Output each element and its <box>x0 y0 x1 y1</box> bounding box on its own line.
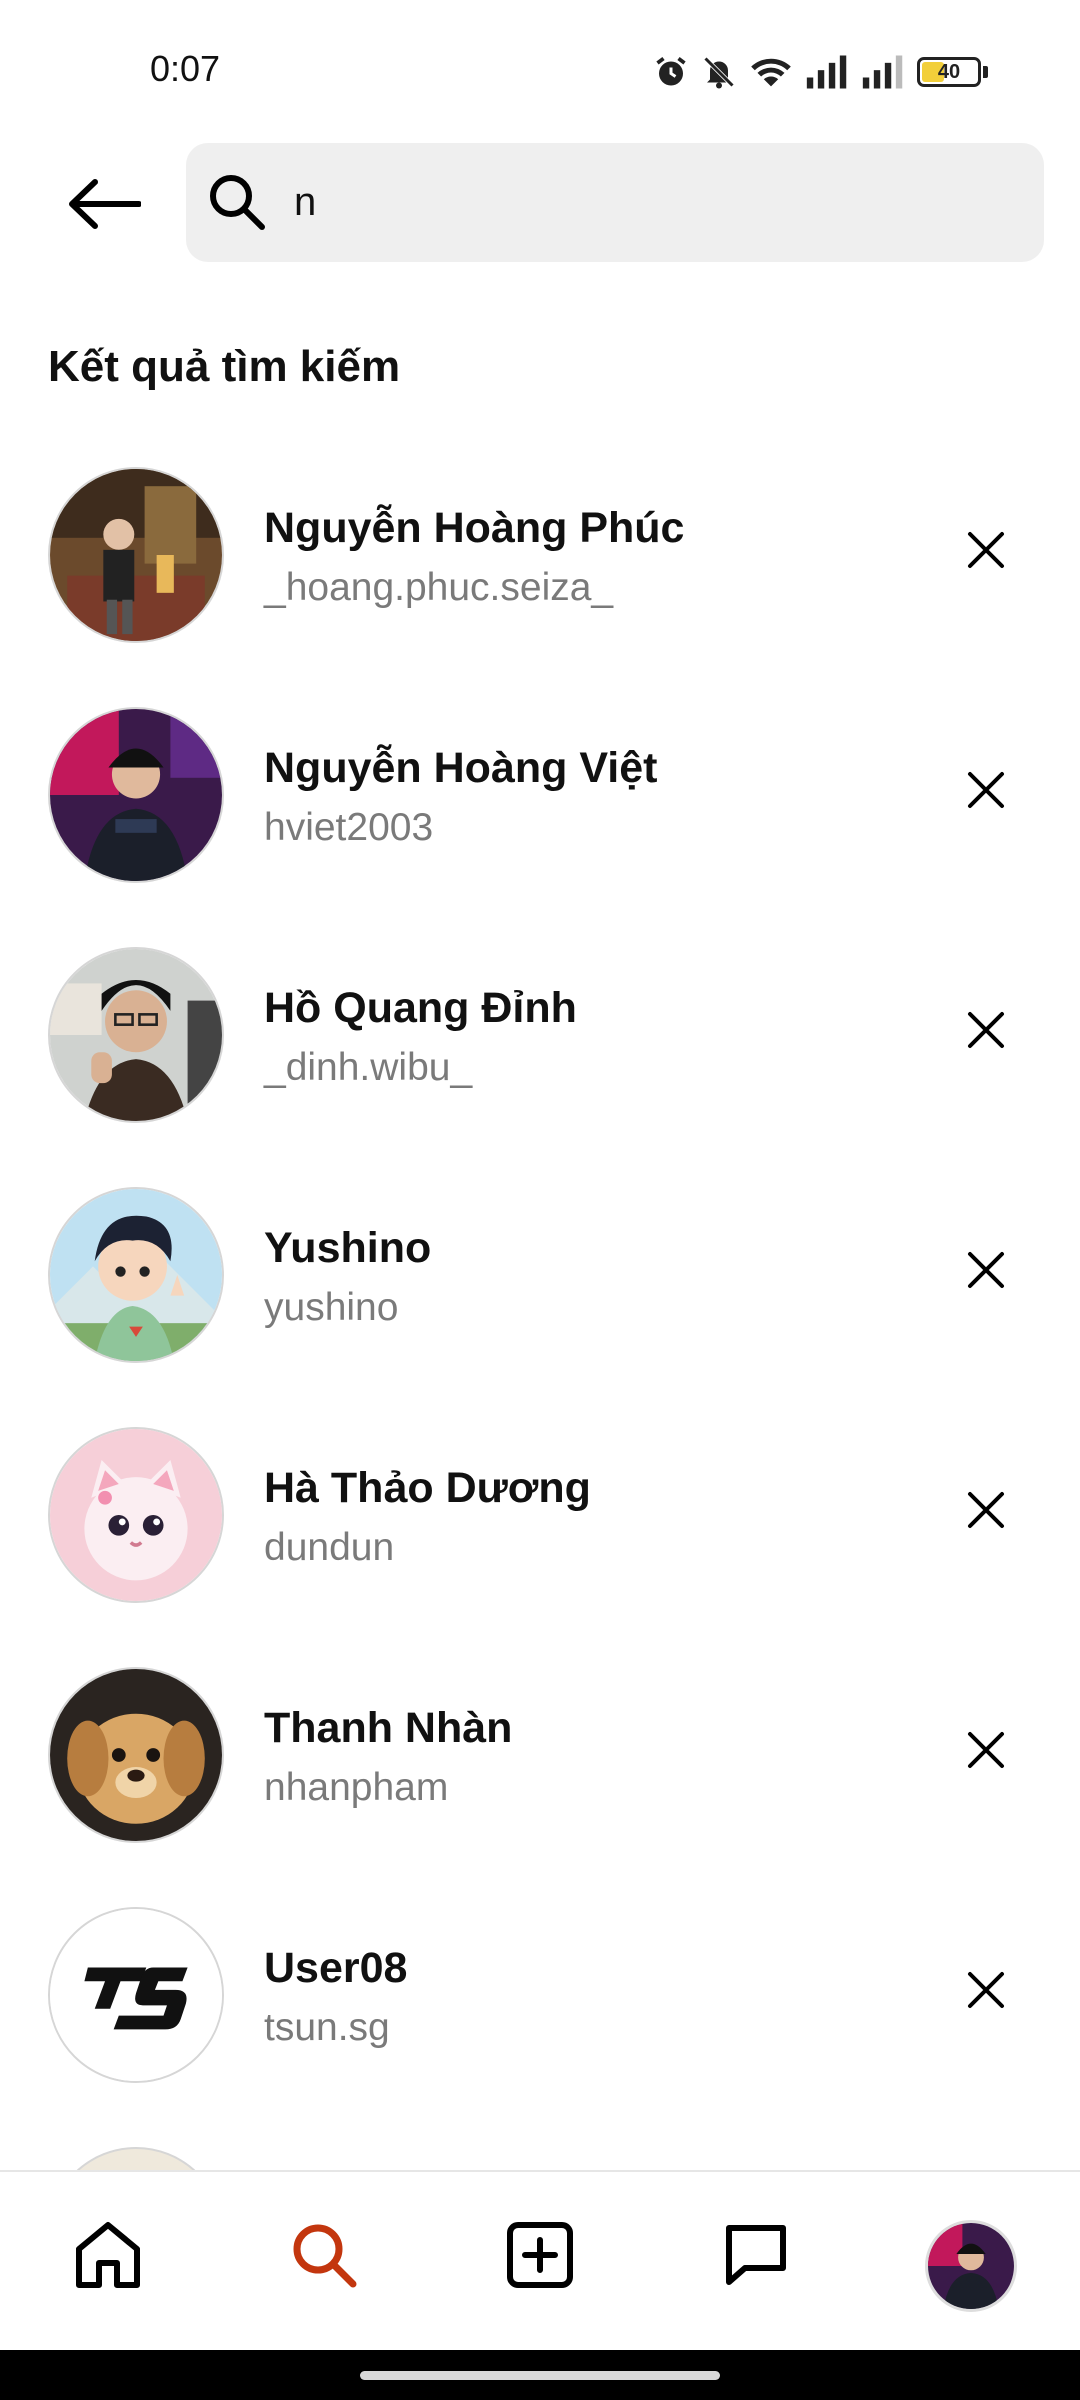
puppy-icon <box>48 1667 224 1843</box>
home-indicator[interactable] <box>360 2371 720 2380</box>
result-item[interactable]: Hà Thảo Dương dundun <box>0 1420 1080 1660</box>
alarm-icon <box>656 57 686 86</box>
brand-logo-icon <box>48 1907 224 2083</box>
battery-text: 40 <box>937 60 961 83</box>
mute-bell-icon <box>703 56 735 89</box>
remove-result-button[interactable] <box>956 1480 1016 1540</box>
photo-person-icon <box>48 947 224 1123</box>
photo-person-icon <box>48 467 224 643</box>
photo-person-icon <box>48 707 224 883</box>
result-item[interactable]: Yushino yushino <box>0 1180 1080 1420</box>
result-name: Nguyễn Hoàng Việt <box>264 744 658 792</box>
result-item[interactable]: Thanh Nhàn nhanpham <box>0 1660 1080 1900</box>
close-icon <box>968 1252 1004 1288</box>
result-name: User08 <box>264 1944 408 1992</box>
signal-icon <box>806 55 847 89</box>
close-icon <box>968 1732 1004 1768</box>
remove-result-button[interactable] <box>956 1000 1016 1060</box>
search-icon <box>210 175 265 230</box>
result-name: Hồ Quang Đỉnh <box>264 984 577 1032</box>
result-list: Nguyễn Hoàng Phúc _hoang.phuc.seiza_ Ngu… <box>0 460 1080 2140</box>
remove-result-button[interactable] <box>956 760 1016 820</box>
remove-result-button[interactable] <box>956 1720 1016 1780</box>
close-icon <box>968 532 1004 568</box>
nav-home[interactable] <box>63 2210 153 2300</box>
result-username: nhanpham <box>264 1766 449 1809</box>
nav-create[interactable] <box>495 2210 585 2300</box>
result-username: tsun.sg <box>264 2006 390 2049</box>
result-item[interactable]: User08 tsun.sg <box>0 1900 1080 2140</box>
nav-search[interactable] <box>279 2210 369 2300</box>
back-arrow-icon <box>69 179 141 229</box>
section-title: Kết quả tìm kiếm <box>48 342 401 391</box>
result-username: _hoang.phuc.seiza_ <box>264 566 614 609</box>
result-item[interactable]: Hồ Quang Đỉnh _dinh.wibu_ <box>0 940 1080 1180</box>
bottom-nav <box>0 2170 1080 2352</box>
profile-avatar[interactable] <box>925 2220 1017 2312</box>
search-input[interactable] <box>294 167 994 237</box>
result-name: Thanh Nhàn <box>264 1704 513 1752</box>
create-icon <box>507 2222 573 2288</box>
home-icon <box>76 2222 140 2288</box>
result-username: hviet2003 <box>264 806 434 849</box>
result-item[interactable]: Nguyễn Hoàng Việt hviet2003 <box>0 700 1080 940</box>
wifi-icon <box>751 58 791 87</box>
close-icon <box>968 1972 1004 2008</box>
search-box[interactable] <box>186 143 1044 262</box>
result-username: dundun <box>264 1526 395 1569</box>
remove-result-button[interactable] <box>956 520 1016 580</box>
result-username: _dinh.wibu_ <box>264 1046 473 1089</box>
result-name: Hà Thảo Dương <box>264 1464 591 1512</box>
result-name: Nguyễn Hoàng Phúc <box>264 504 685 552</box>
messages-icon <box>726 2225 786 2285</box>
result-name: Yushino <box>264 1224 432 1272</box>
signal-icon-2 <box>862 55 903 89</box>
kitten-icon <box>48 1427 224 1603</box>
result-item[interactable]: Nguyễn Hoàng Phúc _hoang.phuc.seiza_ <box>0 460 1080 700</box>
search-icon <box>293 2224 357 2288</box>
anime-boy-icon <box>48 1187 224 1363</box>
close-icon <box>968 772 1004 808</box>
close-icon <box>968 1492 1004 1528</box>
nav-messages[interactable] <box>711 2210 801 2300</box>
battery-cap <box>983 66 988 78</box>
status-time: 0:07 <box>150 48 221 89</box>
remove-result-button[interactable] <box>956 1240 1016 1300</box>
battery-indicator: 40 <box>917 57 981 87</box>
status-icons: 40 <box>653 50 988 94</box>
remove-result-button[interactable] <box>956 1960 1016 2020</box>
back-button[interactable] <box>62 168 146 240</box>
status-bar: 0:07 40 <box>0 0 1080 140</box>
result-username: yushino <box>264 1286 399 1329</box>
close-icon <box>968 1012 1004 1048</box>
